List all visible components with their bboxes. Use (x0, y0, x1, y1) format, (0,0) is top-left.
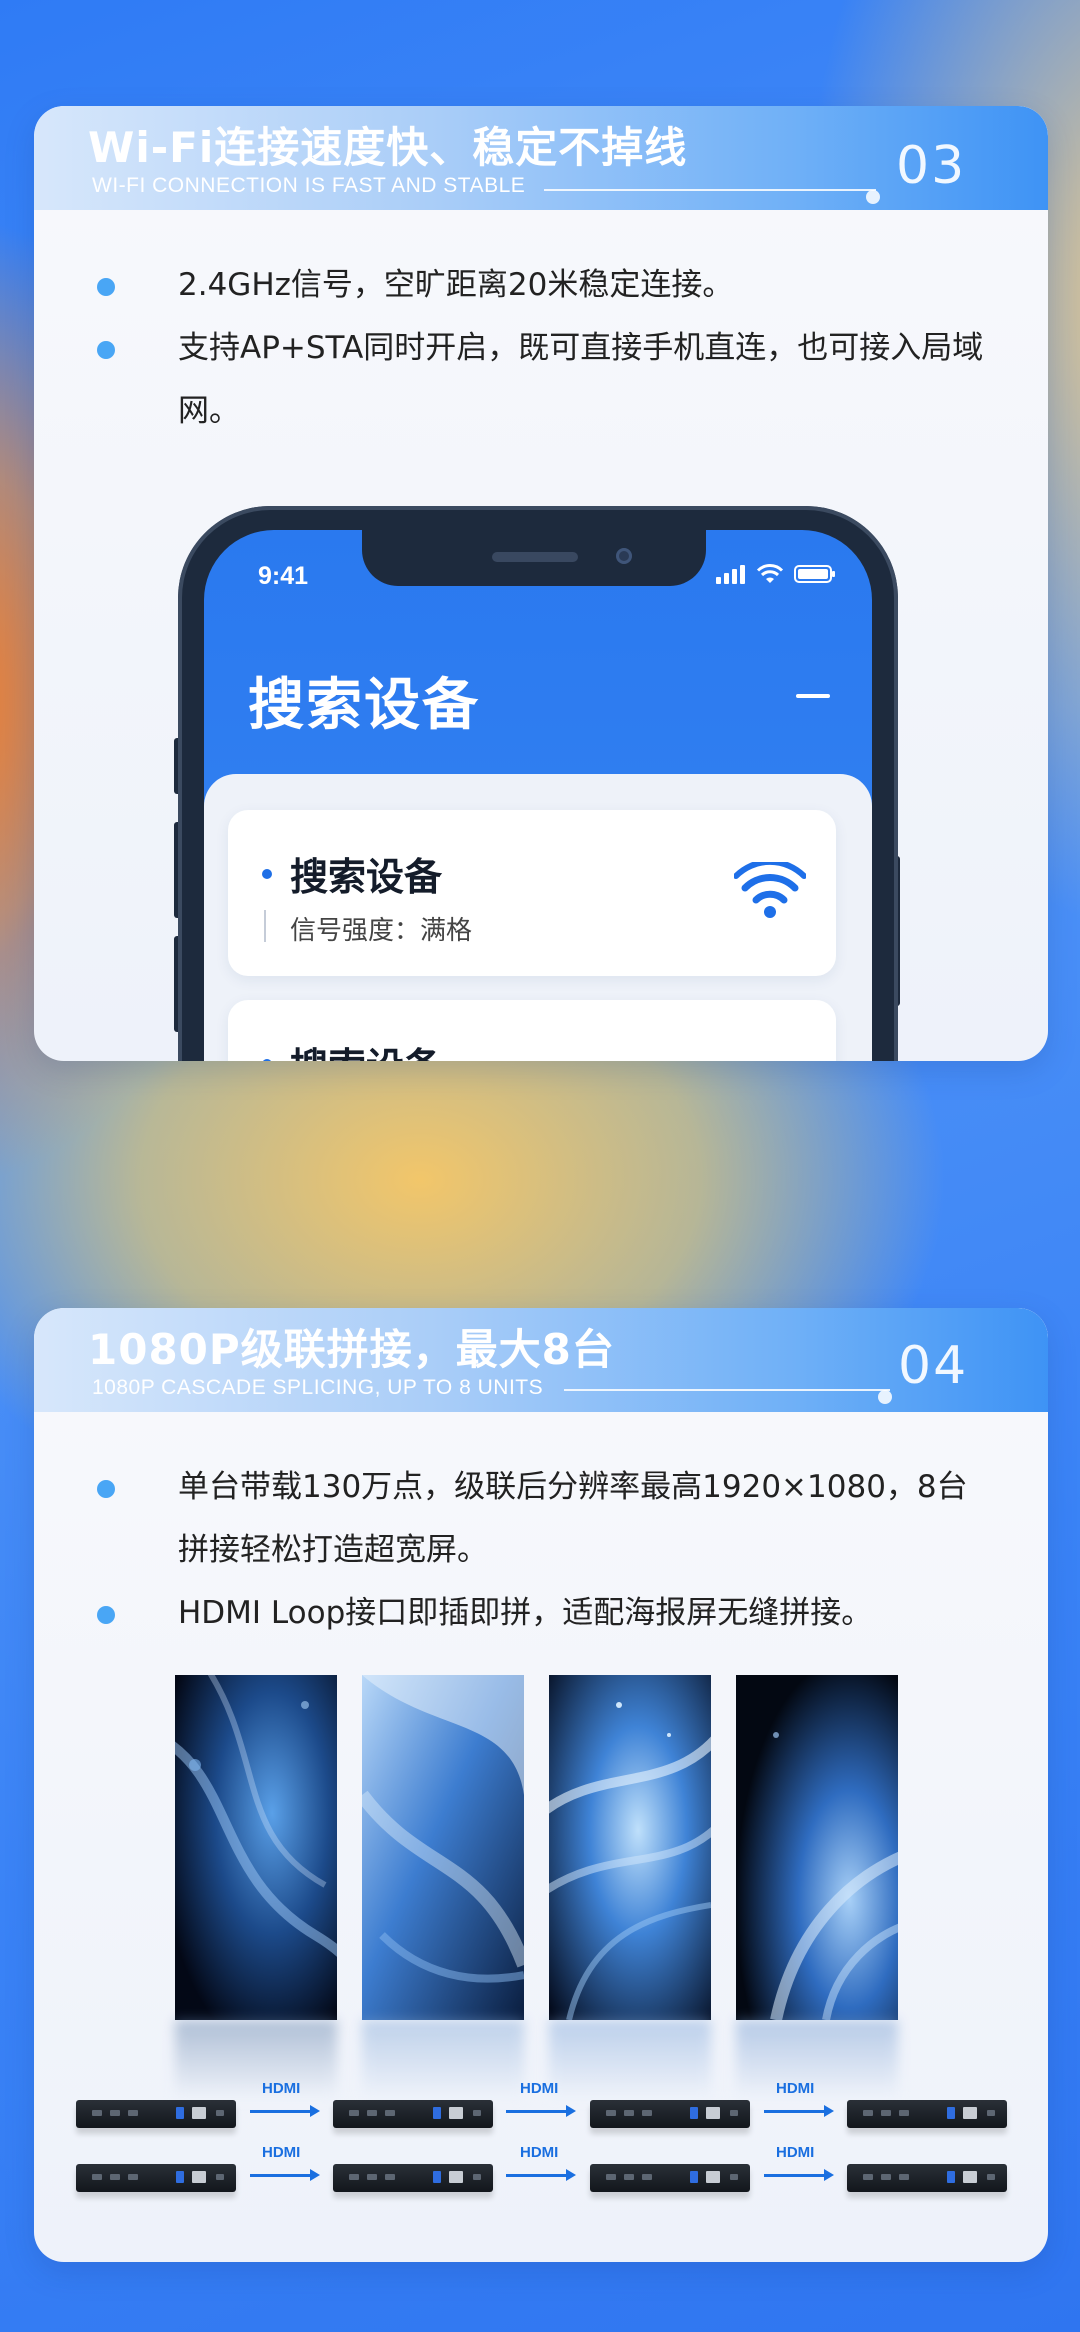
header-divider (544, 189, 876, 191)
hdmi-arrow-icon (250, 2169, 320, 2181)
section-number: 03 (896, 136, 967, 196)
device-name: 搜索设备 (290, 855, 443, 899)
controller-box (333, 2100, 493, 2128)
controller-chain-row: HDMI HDMI HDMI (40, 2144, 1040, 2198)
section-title: Wi-Fi连接速度快、稳定不掉线 (88, 123, 688, 172)
device-dot (262, 869, 272, 879)
status-icons (716, 564, 836, 584)
controller-box (590, 2100, 750, 2128)
wifi-icon (734, 1058, 806, 1061)
feature-item: HDMI Loop接口即插即拼，适配海报屏无缝拼接。 (92, 1582, 992, 1645)
hdmi-arrow-icon (764, 2105, 834, 2117)
section-subtitle: 1080P CASCADE SPLICING, UP TO 8 UNITS (92, 1376, 544, 1399)
controller-box (590, 2164, 750, 2192)
cellular-signal-icon (716, 565, 745, 584)
header-divider (564, 1389, 890, 1391)
controller-box (76, 2100, 236, 2128)
controller-box (333, 2164, 493, 2192)
speaker-grille (492, 552, 578, 562)
battery-icon (794, 565, 835, 583)
header-dot (866, 190, 880, 204)
feature-list: 单台带载130万点，级联后分辨率最高1920×1080，8台拼接轻松打造超宽屏。… (92, 1456, 992, 1645)
wifi-icon (734, 862, 806, 918)
hdmi-label: HDMI (262, 2144, 301, 2161)
display-panel (362, 1675, 524, 2020)
section-number: 04 (898, 1336, 969, 1396)
panel-reflection (175, 2020, 337, 2098)
hdmi-label: HDMI (520, 2080, 559, 2097)
controller-box (76, 2164, 236, 2192)
status-time: 9:41 (258, 562, 309, 590)
hdmi-label: HDMI (776, 2144, 815, 2161)
controller-box (847, 2100, 1007, 2128)
hdmi-arrow-icon (764, 2169, 834, 2181)
hdmi-label: HDMI (776, 2080, 815, 2097)
controller-box (847, 2164, 1007, 2192)
hdmi-arrow-icon (250, 2105, 320, 2117)
cascade-section-header: 1080P级联拼接，最大8台 1080P CASCADE SPLICING, U… (34, 1308, 1048, 1412)
device-list-sheet: 搜索设备 信号强度：满格 搜索设备 (204, 774, 872, 1061)
phone-mockup: 9:41 搜索设备 搜索设备 信号强度：满格 (178, 506, 898, 1061)
device-card[interactable]: 搜索设备 信号强度：满格 (228, 810, 836, 976)
section-title: 1080P级联拼接，最大8台 (88, 1325, 615, 1374)
hdmi-label: HDMI (520, 2144, 559, 2161)
device-divider (264, 910, 266, 942)
feature-list: 2.4GHz信号，空旷距离20米稳定连接。 支持AP+STA同时开启，既可直接手… (92, 254, 992, 443)
panel-reflection (362, 2020, 524, 2098)
header-dot (878, 1390, 892, 1404)
feature-item: 支持AP+STA同时开启，既可直接手机直连，也可接入局域网。 (92, 317, 992, 443)
minimize-button[interactable] (796, 682, 830, 708)
device-card[interactable]: 搜索设备 (228, 1000, 836, 1061)
panel-reflection (736, 2020, 898, 2098)
wifi-section-card: Wi-Fi连接速度快、稳定不掉线 WI-FI CONNECTION IS FAS… (34, 106, 1048, 1061)
device-dot (262, 1059, 272, 1061)
hdmi-arrow-icon (506, 2169, 576, 2181)
phone-notch (362, 530, 706, 586)
device-name: 搜索设备 (290, 1036, 442, 1061)
display-panel (175, 1675, 337, 2020)
display-panel (549, 1675, 711, 2020)
hdmi-label: HDMI (262, 2080, 301, 2097)
panel-reflection (549, 2020, 711, 2098)
front-camera (616, 548, 632, 564)
section-subtitle: WI-FI CONNECTION IS FAST AND STABLE (92, 174, 526, 197)
wifi-section-header: Wi-Fi连接速度快、稳定不掉线 WI-FI CONNECTION IS FAS… (34, 106, 1048, 210)
device-signal: 信号强度：满格 (290, 916, 473, 946)
wifi-status-icon (756, 564, 784, 583)
phone-screen: 9:41 搜索设备 搜索设备 信号强度：满格 (204, 530, 872, 1061)
feature-item: 2.4GHz信号，空旷距离20米稳定连接。 (92, 254, 992, 317)
controller-chain-row: HDMI HDMI HDMI (40, 2080, 1040, 2134)
display-panel (736, 1675, 898, 2020)
feature-item: 单台带载130万点，级联后分辨率最高1920×1080，8台拼接轻松打造超宽屏。 (92, 1456, 992, 1582)
app-title: 搜索设备 (248, 673, 480, 738)
hdmi-arrow-icon (506, 2105, 576, 2117)
